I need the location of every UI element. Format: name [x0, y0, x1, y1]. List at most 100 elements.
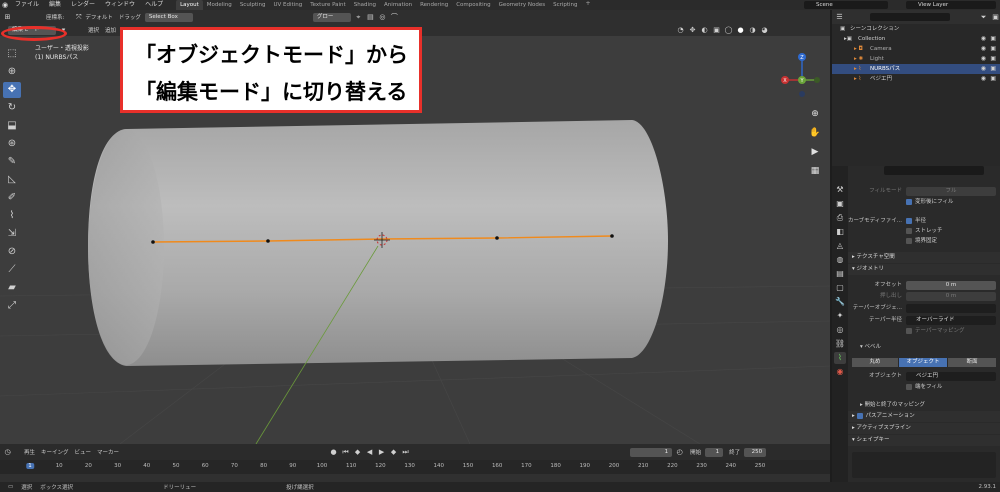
eye-icon[interactable]: ◉ — [981, 64, 986, 74]
prev-keyframe-icon[interactable]: ◆ — [353, 448, 362, 457]
fill-mode-dropdown[interactable]: フル — [906, 186, 996, 196]
add-workspace-button[interactable]: + — [582, 0, 595, 10]
randomize-tool-icon[interactable]: ▰ — [3, 280, 21, 296]
select-box-dropdown[interactable]: Select Box — [144, 12, 193, 22]
outliner-item-bezier-circle[interactable]: ▸ ⌇ ベジエ円 ◉ ▣ — [832, 74, 1000, 84]
render-camera-icon[interactable]: ▣ — [990, 64, 996, 74]
start-end-mapping-subsection[interactable]: ▸ 開始と終了のマッピング — [848, 400, 1000, 410]
shear-tool-icon[interactable]: ⤢ — [3, 298, 21, 314]
play-reverse-icon[interactable]: ◀ — [365, 448, 374, 457]
render-camera-icon[interactable]: ▣ — [990, 34, 996, 44]
tab-modeling[interactable]: Modeling — [203, 0, 236, 10]
eye-icon[interactable]: ◉ — [981, 44, 986, 54]
control-point[interactable] — [610, 234, 614, 238]
render-tab-icon[interactable]: ▣ — [834, 198, 846, 210]
rotate-tool-icon[interactable]: ↻ — [3, 100, 21, 116]
collection-tab-icon[interactable]: ▤ — [834, 268, 846, 280]
shading-wireframe-icon[interactable]: ◯ — [724, 26, 733, 35]
timeline-menu-keying[interactable]: キーイング — [41, 448, 69, 456]
tab-shading[interactable]: Shading — [350, 0, 380, 10]
snap-target-icon[interactable]: ▤ — [366, 13, 375, 22]
visibility-icon[interactable]: ◔ — [676, 26, 685, 35]
eye-icon[interactable]: ◉ — [981, 34, 986, 44]
view-layer-tab-icon[interactable]: ◧ — [834, 226, 846, 238]
radius-checkbox[interactable]: 半径 — [906, 216, 926, 226]
pivot-dropdown[interactable]: グロー — [312, 12, 351, 22]
properties-search-input[interactable] — [884, 166, 984, 175]
scene-tab-icon[interactable]: ◬ — [834, 240, 846, 252]
outliner-item-nurbs-path[interactable]: ▸ ⌇ NURBSパス ◉ ▣ — [832, 64, 1000, 74]
pen-tool-icon[interactable]: ⌇ — [3, 208, 21, 224]
bevel-mode-object[interactable]: オブジェクト — [899, 357, 947, 367]
play-icon[interactable]: ▶ — [377, 448, 386, 457]
radius-tool-icon[interactable]: ⊘ — [3, 244, 21, 260]
editor-type-icon[interactable]: ⊞ — [3, 13, 12, 22]
extrude-field[interactable]: 0 m — [906, 291, 996, 301]
texture-space-section[interactable]: ▸ テクスチャ空間 — [848, 252, 1000, 263]
bevel-mode-profile[interactable]: 断面 — [948, 357, 996, 367]
overlay-toggle-icon[interactable]: ◐ — [700, 26, 709, 35]
render-camera-icon[interactable]: ▣ — [990, 44, 996, 54]
menu-select[interactable]: 選択 — [88, 26, 99, 34]
jump-start-icon[interactable]: ⏮ — [341, 448, 350, 457]
proportional-edit-icon[interactable]: ◎ — [378, 13, 387, 22]
tool-tab-icon[interactable]: ⚒ — [834, 184, 846, 196]
falloff-icon[interactable]: ⌒ — [390, 13, 399, 22]
control-point[interactable] — [495, 236, 499, 240]
menu-help[interactable]: ヘルプ — [140, 0, 168, 10]
next-keyframe-icon[interactable]: ◆ — [389, 448, 398, 457]
geometry-section[interactable]: ▾ ジオメトリ — [848, 264, 1000, 275]
menu-render[interactable]: レンダー — [66, 0, 100, 10]
taper-mapping-checkbox[interactable]: テーパーマッピング — [906, 326, 964, 336]
control-point[interactable] — [266, 239, 270, 243]
bevel-subsection[interactable]: ▾ ベベル — [848, 342, 1000, 352]
material-tab-icon[interactable]: ◉ — [834, 366, 846, 378]
outliner-editor-icon[interactable]: ☰ — [835, 13, 844, 22]
shape-keys-section[interactable]: ▾ シェイプキー — [848, 435, 1000, 446]
tab-scripting[interactable]: Scripting — [549, 0, 581, 10]
bevel-object-field[interactable]: ベジエ円 — [906, 371, 996, 381]
tab-uv-editing[interactable]: UV Editing — [270, 0, 307, 10]
render-camera-icon[interactable]: ▣ — [990, 54, 996, 64]
render-camera-icon[interactable]: ▣ — [990, 74, 996, 84]
eye-icon[interactable]: ◉ — [981, 54, 986, 64]
extrude-tool-icon[interactable]: ⇲ — [3, 226, 21, 242]
filter-icon[interactable]: ⏷ — [979, 13, 988, 22]
transform-tool-icon[interactable]: ⊛ — [3, 136, 21, 152]
tab-animation[interactable]: Animation — [380, 0, 416, 10]
menu-add[interactable]: 追加 — [105, 26, 116, 34]
outliner-search-input[interactable] — [870, 13, 950, 21]
draw-tool-icon[interactable]: ✐ — [3, 190, 21, 206]
outliner-item-light[interactable]: ▸ ✺ Light ◉ ▣ — [832, 54, 1000, 64]
timeline-editor-icon[interactable]: ◷ — [3, 448, 12, 457]
tab-compositing[interactable]: Compositing — [452, 0, 494, 10]
tab-sculpting[interactable]: Sculpting — [236, 0, 270, 10]
offset-field[interactable]: 0 m — [906, 280, 996, 290]
tab-layout[interactable]: Layout — [176, 0, 203, 10]
cursor-tool-icon[interactable]: ⊕ — [3, 64, 21, 80]
menu-edit[interactable]: 編集 — [44, 0, 66, 10]
current-frame-field[interactable]: 1 — [630, 447, 673, 457]
scale-tool-icon[interactable]: ⬓ — [3, 118, 21, 134]
select-tool-icon[interactable]: ⬚ — [3, 46, 21, 62]
shading-rendered-icon[interactable]: ◕ — [760, 26, 769, 35]
fill-deform-checkbox[interactable]: 変形後にフィル — [906, 197, 953, 207]
xray-icon[interactable]: ▣ — [712, 26, 721, 35]
view-layer-selector[interactable]: View Layer — [906, 1, 996, 9]
fill-caps-checkbox[interactable]: 端をフィル — [906, 382, 942, 392]
jump-end-icon[interactable]: ⏭ — [401, 448, 410, 457]
shading-solid-icon[interactable]: ● — [736, 26, 745, 35]
outliner-item-collection[interactable]: ▸▣ Collection ◉ ▣ — [832, 34, 1000, 44]
tab-texture-paint[interactable]: Texture Paint — [306, 0, 350, 10]
menu-window[interactable]: ウィンドウ — [100, 0, 140, 10]
particles-tab-icon[interactable]: ✦ — [834, 310, 846, 322]
scene-selector[interactable]: Scene — [804, 1, 888, 9]
world-tab-icon[interactable]: ◍ — [834, 254, 846, 266]
shape-keys-list[interactable] — [852, 452, 996, 478]
snap-icon[interactable]: ⌖ — [354, 13, 363, 22]
clock-icon[interactable]: ◴ — [675, 448, 684, 457]
timeline-scrollbar[interactable] — [0, 474, 830, 482]
taper-object-field[interactable] — [906, 303, 996, 313]
timeline-menu-marker[interactable]: マーカー — [97, 448, 119, 456]
pan-hand-icon[interactable]: ✋ — [807, 125, 823, 141]
